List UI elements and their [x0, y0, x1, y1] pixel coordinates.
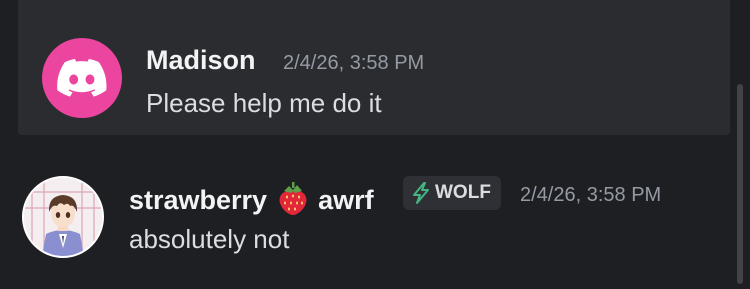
message-timestamp: 2/4/26, 3:58 PM — [520, 184, 662, 206]
lightning-icon — [413, 182, 429, 204]
username-part: awrf — [318, 185, 374, 215]
message-content: absolutely not — [129, 224, 290, 254]
avatar-madison[interactable] — [42, 38, 122, 118]
username-madison[interactable]: Madison — [146, 47, 256, 74]
guild-tag[interactable]: WOLF — [403, 176, 501, 210]
guild-tag-label: WOLF — [435, 182, 491, 203]
strawberry-emoji-icon — [279, 182, 307, 215]
chat-message-list: Madison 2/4/26, 3:58 PM Please help me d… — [0, 0, 750, 289]
message-content: Please help me do it — [146, 88, 382, 118]
anime-character-avatar-icon — [24, 178, 102, 256]
discord-logo-icon — [57, 59, 107, 97]
username-part: strawberry — [129, 185, 268, 215]
avatar-strawberry[interactable] — [22, 176, 104, 258]
scrollbar-thumb[interactable] — [737, 84, 743, 284]
username-strawberry[interactable]: strawberry awrf — [129, 182, 374, 216]
message-timestamp: 2/4/26, 3:58 PM — [283, 52, 425, 74]
